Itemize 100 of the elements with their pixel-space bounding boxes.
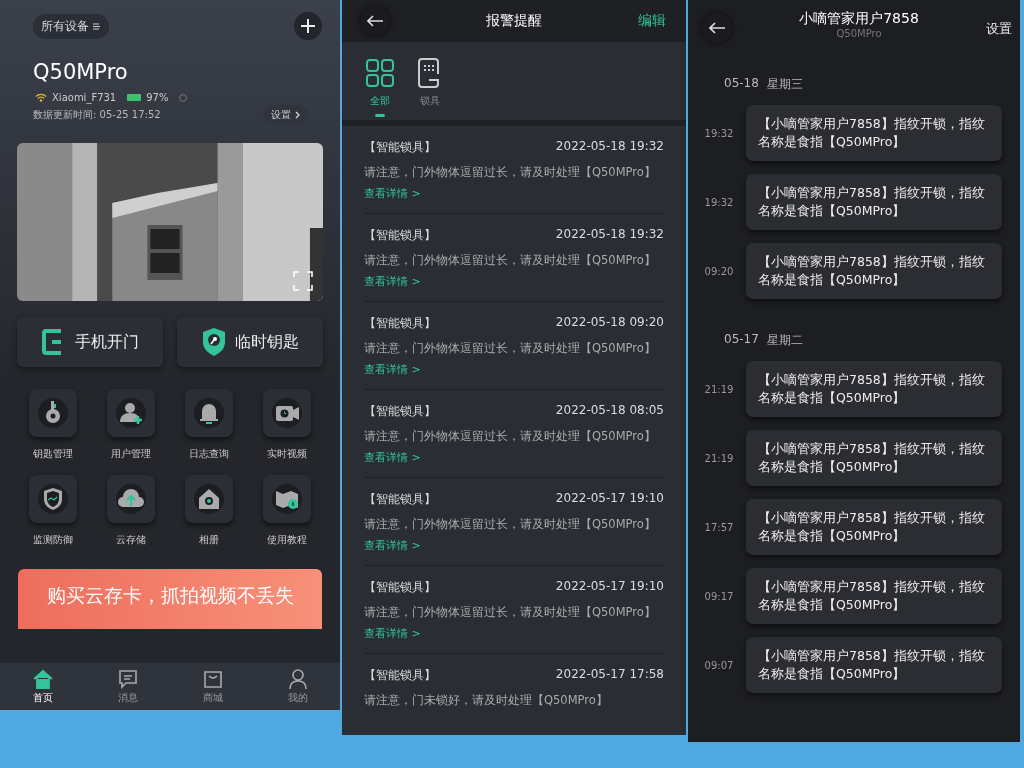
cloud-upload-icon (115, 483, 147, 515)
alert-time: 2022-05-18 08:05 (555, 403, 664, 419)
alert-source: 【智能锁具】 (364, 579, 436, 596)
feature-label: 钥匙管理 (33, 447, 73, 461)
back-arrow-icon (709, 22, 725, 34)
feature-button[interactable] (263, 475, 311, 523)
view-details-link[interactable]: 查看详情 > (364, 626, 421, 641)
alert-message: 请注意，门外物体逗留过长，请及时处理【Q50MPro】 (364, 429, 656, 444)
message-bubble: 【小嘀管家用户7858】指纹开锁，指纹名称是食指【Q50MPro】 (746, 568, 1002, 624)
alert-time: 2022-05-18 09:20 (555, 315, 664, 331)
fullscreen-icon[interactable] (293, 271, 313, 291)
alert-message: 请注意，门未锁好，请及时处理【Q50MPro】 (364, 693, 608, 708)
feature-label: 用户管理 (111, 447, 151, 461)
date-label: 05-18 (724, 76, 759, 92)
add-button[interactable] (294, 12, 322, 40)
help-icon (179, 93, 188, 102)
feature-button[interactable] (29, 389, 77, 437)
filter-tab[interactable]: 全部 (366, 58, 394, 120)
alert-source: 【智能锁具】 (364, 315, 436, 332)
view-details-link[interactable]: 查看详情 > (364, 186, 421, 201)
alert-message: 请注意，门外物体逗留过长，请及时处理【Q50MPro】 (364, 605, 656, 620)
view-details-link[interactable]: 查看详情 > (364, 450, 421, 465)
feature-button[interactable] (185, 389, 233, 437)
view-details-link[interactable]: 查看详情 > (364, 538, 421, 553)
feature-label: 云存储 (116, 533, 146, 547)
alert-time: 2022-05-18 19:32 (555, 227, 664, 243)
grid-icon (366, 58, 394, 88)
feature-button[interactable] (107, 389, 155, 437)
plus-icon (301, 19, 315, 33)
message-bubble: 【小嘀管家用户7858】指纹开锁，指纹名称是食指【Q50MPro】 (746, 499, 1002, 555)
alert-message: 请注意，门外物体逗留过长，请及时处理【Q50MPro】 (364, 517, 656, 532)
shop-icon (201, 668, 224, 690)
battery-icon (127, 94, 142, 101)
feature-label: 实时视频 (267, 447, 307, 461)
back-button[interactable] (702, 13, 732, 43)
alert-time: 2022-05-18 19:32 (555, 139, 664, 155)
banner-title: 购买云存卡，抓拍视频不丢失 (46, 583, 294, 608)
view-details-link[interactable]: 查看详情 > (364, 362, 421, 377)
message-bubble: 【小嘀管家用户7858】指纹开锁，指纹名称是食指【Q50MPro】 (746, 174, 1002, 230)
nav-tab[interactable]: 首页 (0, 663, 85, 710)
back-arrow-icon (367, 15, 383, 27)
message-time: 09:20 (703, 265, 735, 277)
nav-tab[interactable]: 消息 (85, 663, 170, 710)
weekday-label: 星期三 (766, 76, 803, 93)
camera-icon (271, 397, 303, 429)
user-icon (286, 668, 309, 690)
temporary-key-button[interactable]: 临时钥匙 (177, 317, 323, 367)
nav-tab[interactable]: 我的 (255, 663, 340, 710)
home-icon (193, 483, 225, 515)
alert-source: 【智能锁具】 (364, 403, 436, 420)
settings-button[interactable]: 设置 (263, 105, 308, 125)
shield-icon (37, 483, 69, 515)
feature-button[interactable] (185, 475, 233, 523)
bell-icon (193, 397, 225, 429)
phone-unlock-button[interactable]: 手机开门 (17, 317, 163, 367)
message-bubble: 【小嘀管家用户7858】指纹开锁，指纹名称是食指【Q50MPro】 (746, 361, 1002, 417)
battery-percent: 97% (146, 92, 169, 103)
menu-icon (93, 22, 101, 30)
edit-button[interactable]: 编辑 (638, 12, 666, 30)
message-bubble: 【小嘀管家用户7858】指纹开锁，指纹名称是食指【Q50MPro】 (746, 430, 1002, 486)
alert-source: 【智能锁具】 (364, 227, 436, 244)
message-time: 19:32 (703, 196, 735, 208)
feature-label: 日志查询 (189, 447, 229, 461)
weekday-label: 星期二 (766, 332, 803, 349)
alert-source: 【智能锁具】 (364, 491, 436, 508)
filter-tab[interactable]: 锁具 (416, 58, 444, 120)
key-icon (37, 397, 69, 429)
message-time: 09:07 (703, 659, 735, 671)
alert-time: 2022-05-17 19:10 (555, 579, 664, 595)
message-time: 19:32 (703, 127, 735, 139)
feature-button[interactable] (263, 389, 311, 437)
wifi-name: Xiaomi_F731 (52, 92, 117, 103)
chat-title: 小嘀管家用户7858 (799, 10, 919, 28)
alert-message: 请注意，门外物体逗留过长，请及时处理【Q50MPro】 (364, 165, 656, 180)
message-time: 21:19 (703, 383, 735, 395)
wifi-icon (35, 93, 47, 102)
device-menu-button[interactable]: 所有设备 (33, 13, 109, 39)
device-name: Q50MPro (32, 59, 129, 84)
feature-button[interactable] (107, 475, 155, 523)
alert-time: 2022-05-17 19:10 (555, 491, 664, 507)
update-time: 数据更新时间: 05-25 17:52 (33, 108, 161, 122)
page-title: 报警提醒 (486, 12, 542, 30)
message-icon (116, 668, 139, 690)
alert-source: 【智能锁具】 (364, 139, 436, 156)
message-time: 17:57 (703, 521, 735, 533)
view-details-link[interactable]: 查看详情 > (364, 274, 421, 289)
home-icon (31, 668, 54, 690)
alert-message: 请注意，门外物体逗留过长，请及时处理【Q50MPro】 (364, 253, 656, 268)
back-button[interactable] (360, 6, 390, 36)
settings-button[interactable]: 设置 (986, 20, 1012, 38)
chat-subtitle: Q50MPro (836, 28, 882, 39)
nav-tab[interactable]: 商城 (170, 663, 255, 710)
alert-message: 请注意，门外物体逗留过长，请及时处理【Q50MPro】 (364, 341, 656, 356)
feature-button[interactable] (29, 475, 77, 523)
message-time: 21:19 (703, 452, 735, 464)
message-bubble: 【小嘀管家用户7858】指纹开锁，指纹名称是食指【Q50MPro】 (746, 243, 1002, 299)
alert-source: 【智能锁具】 (364, 667, 436, 684)
chevron-icon (295, 111, 300, 119)
feature-label: 相册 (199, 533, 219, 547)
message-bubble: 【小嘀管家用户7858】指纹开锁，指纹名称是食指【Q50MPro】 (746, 637, 1002, 693)
